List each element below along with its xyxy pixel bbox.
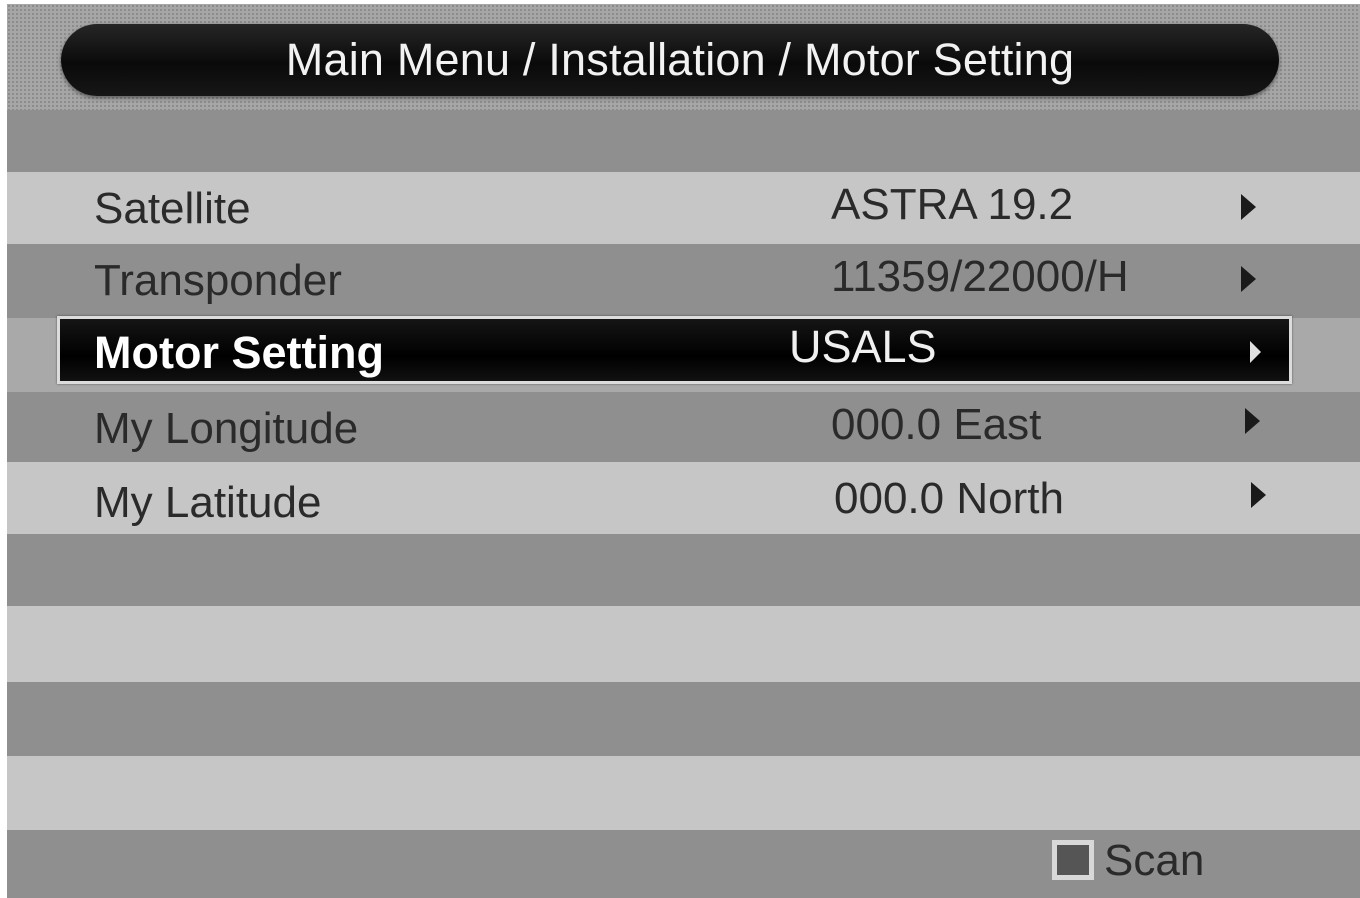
stripe xyxy=(7,682,1360,756)
stripe xyxy=(7,110,1360,172)
right-arrow-icon[interactable] xyxy=(1251,482,1266,508)
menu-row-label: My Longitude xyxy=(94,404,359,453)
menu-row-label: My Latitude xyxy=(94,478,322,527)
menu-row-label: Transponder xyxy=(94,256,342,305)
menu-row-transponder[interactable]: Transponder 11359/22000/H xyxy=(7,244,1360,317)
menu-row-my-longitude[interactable]: My Longitude 000.0 East xyxy=(7,392,1360,465)
osd-screen: Main Menu / Installation / Motor Setting… xyxy=(7,4,1360,898)
menu-row-my-latitude[interactable]: My Latitude 000.0 North xyxy=(7,462,1360,535)
right-arrow-icon[interactable] xyxy=(1241,194,1256,220)
menu-row-value: ASTRA 19.2 xyxy=(831,180,1074,229)
scan-color-key-fill xyxy=(1057,845,1089,875)
stripe xyxy=(7,606,1360,682)
right-arrow-icon[interactable] xyxy=(1250,341,1261,363)
menu-row-value: 000.0 East xyxy=(831,400,1042,449)
scan-color-key-icon[interactable] xyxy=(1052,840,1094,880)
title-bar: Main Menu / Installation / Motor Setting xyxy=(61,24,1279,96)
menu-row-value: USALS xyxy=(789,321,937,372)
menu-row-label: Motor Setting xyxy=(94,327,384,378)
right-arrow-icon[interactable] xyxy=(1241,266,1256,292)
stripe xyxy=(7,534,1360,606)
header: Main Menu / Installation / Motor Setting xyxy=(7,4,1360,110)
right-arrow-icon[interactable] xyxy=(1245,408,1260,434)
menu-row-satellite[interactable]: Satellite ASTRA 19.2 xyxy=(7,172,1360,245)
breadcrumb-title: Main Menu / Installation / Motor Setting xyxy=(285,34,1075,85)
menu-row-value: 000.0 North xyxy=(834,474,1064,523)
stripe xyxy=(7,756,1360,830)
menu-row-label: Satellite xyxy=(94,184,251,233)
menu-row-motor-setting[interactable]: Motor Setting USALS xyxy=(57,316,1292,384)
menu-row-value: 11359/22000/H xyxy=(831,252,1129,301)
scan-label[interactable]: Scan xyxy=(1104,836,1204,886)
